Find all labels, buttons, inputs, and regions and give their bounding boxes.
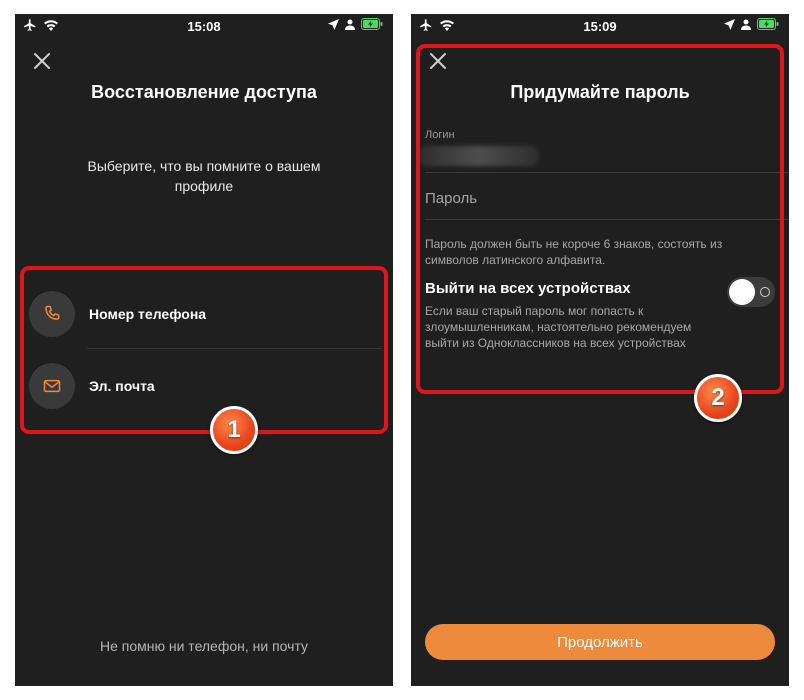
page-title: Восстановление доступа — [91, 82, 317, 102]
create-password-screen: 15:09 Придумайте пароль Логин Пароль дол… — [411, 14, 789, 686]
battery-charging-icon — [757, 18, 779, 30]
battery-charging-icon — [361, 18, 383, 30]
highlight-frame — [416, 44, 784, 394]
close-button[interactable] — [31, 50, 53, 72]
person-icon — [741, 19, 751, 30]
continue-button[interactable]: Продолжить — [425, 624, 775, 660]
step-badge: 2 — [694, 374, 742, 422]
location-arrow-icon — [724, 18, 735, 30]
page-subtitle: Выберите, что вы помните о вашем профиле — [87, 158, 321, 194]
forgot-both-link[interactable]: Не помню ни телефон, ни почту — [15, 638, 393, 654]
location-arrow-icon — [328, 18, 339, 30]
person-icon — [345, 19, 355, 30]
highlight-frame — [20, 266, 388, 434]
status-bar: 15:08 — [15, 14, 393, 38]
step-badge: 1 — [210, 406, 258, 454]
access-recovery-screen: 15:08 Восстановление доступа Выберите, ч… — [15, 14, 393, 686]
close-icon — [34, 53, 50, 69]
status-bar: 15:09 — [411, 14, 789, 38]
